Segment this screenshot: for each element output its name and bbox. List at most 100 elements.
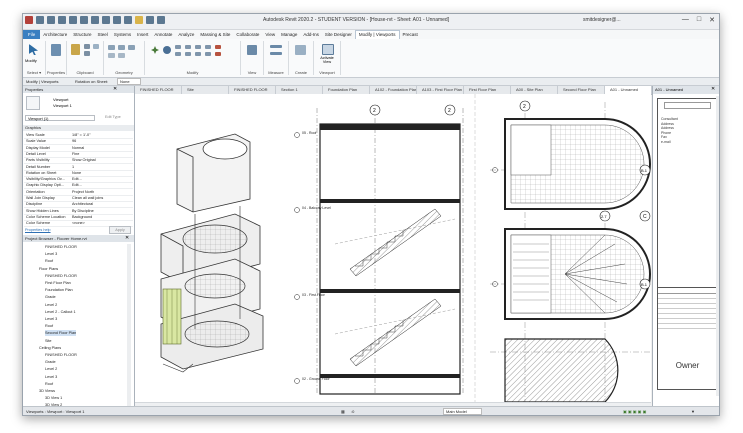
measure-icon[interactable] (102, 16, 110, 24)
properties-icon[interactable] (51, 44, 61, 56)
property-value[interactable]: By Discipline (72, 208, 94, 214)
mirror-line-icon[interactable] (185, 52, 191, 56)
property-value[interactable]: 1/8" = 1'-0" (72, 132, 91, 138)
browser-item[interactable]: Level 2 (45, 302, 57, 308)
trim-icon[interactable] (195, 45, 201, 49)
browser-item[interactable]: Foundation Plan (45, 287, 73, 293)
ribbon-tab-insert[interactable]: Insert (134, 30, 151, 39)
browser-item[interactable]: FINISHED FLOOR (45, 273, 77, 279)
modify-cursor-icon[interactable] (29, 44, 38, 55)
property-value[interactable]: 1 (72, 164, 74, 170)
view-tab[interactable]: A103 - First Floor Plan (417, 86, 464, 94)
ribbon-tab-modify-viewports[interactable]: Modify | Viewports (354, 30, 400, 39)
open-icon[interactable] (36, 16, 44, 24)
sheet-scrollbar[interactable] (716, 96, 719, 396)
ribbon-tab-steel[interactable]: Steel (95, 30, 111, 39)
view-tab[interactable]: First Floor Plan (464, 86, 511, 94)
align-icon[interactable] (175, 45, 181, 49)
section-icon[interactable] (135, 16, 143, 24)
maximize-button[interactable]: □ (697, 16, 701, 24)
property-value[interactable]: Edit... (72, 176, 82, 182)
quick-access-toolbar[interactable] (25, 16, 165, 24)
browser-item[interactable]: Roof (45, 258, 53, 264)
text-icon[interactable] (113, 16, 121, 24)
property-value[interactable]: <none> (72, 220, 85, 226)
properties-help-link[interactable]: Properties help (25, 228, 51, 232)
ribbon-tab-add-ins[interactable]: Add-Ins (300, 30, 322, 39)
modify-button[interactable]: Modify (25, 58, 37, 63)
cut-icon[interactable] (84, 44, 90, 49)
property-value[interactable]: Normal (72, 145, 84, 151)
hide-in-view-icon[interactable] (247, 45, 257, 55)
browser-item[interactable]: Grade (45, 359, 56, 365)
join-icon[interactable] (128, 45, 135, 50)
property-value[interactable]: Show Original (72, 157, 96, 163)
property-value[interactable]: Architectural (72, 201, 93, 207)
split-icon[interactable] (195, 52, 201, 56)
view-tab[interactable]: A00 - Site Plan (511, 86, 558, 94)
match-type-icon[interactable] (93, 44, 99, 49)
view-tab[interactable]: Second Floor Plan (558, 86, 605, 94)
cut-geometry-icon[interactable] (118, 45, 125, 50)
rotation-select[interactable]: None (117, 78, 141, 85)
browser-item[interactable]: FINISHED FLOOR (45, 244, 77, 250)
graphics-section[interactable]: Graphics (23, 125, 134, 131)
ribbon-tab-analyze[interactable]: Analyze (175, 30, 197, 39)
redo-icon[interactable] (80, 16, 88, 24)
offset-icon[interactable] (175, 52, 181, 56)
switch-windows-icon[interactable] (157, 16, 165, 24)
undo-icon[interactable] (69, 16, 77, 24)
ribbon-group-select[interactable]: Modify Select ▾ (23, 41, 46, 75)
property-value[interactable]: Project North (72, 189, 94, 195)
property-value[interactable]: 96 (72, 138, 76, 144)
view-tab[interactable]: A102 - Foundation Plan (370, 86, 417, 94)
ribbon-group-properties[interactable]: Properties (46, 41, 67, 75)
view-tab[interactable]: Section 1 (276, 86, 323, 94)
view-tab[interactable]: FINISHED FLOOR (135, 86, 182, 94)
ribbon-tab-annotate[interactable]: Annotate (151, 30, 175, 39)
cope-icon[interactable] (108, 45, 115, 50)
browser-scrollbar[interactable] (127, 244, 131, 406)
dimension-icon[interactable] (270, 52, 282, 55)
view-tab[interactable]: A01 - Unnamed (605, 86, 652, 94)
pin-icon[interactable] (215, 45, 221, 49)
workset-icon[interactable]: ▦ (341, 409, 345, 414)
browser-item[interactable]: Roof (45, 381, 53, 387)
rotate-icon[interactable] (163, 46, 171, 54)
paint-icon[interactable] (118, 53, 125, 58)
browser-item[interactable]: Level 2 (45, 366, 57, 372)
print-icon[interactable] (91, 16, 99, 24)
ribbon-tab-precast[interactable]: Precast (400, 30, 421, 39)
create-group-icon[interactable] (295, 45, 306, 55)
browser-item[interactable]: 3D View 1 (45, 395, 62, 401)
ribbon-tab-massing-site[interactable]: Massing & Site (197, 30, 233, 39)
edit-type-button[interactable]: Edit Type (105, 115, 121, 119)
paste-icon[interactable] (71, 44, 80, 55)
scale-icon[interactable] (205, 52, 211, 56)
property-value[interactable]: Background (72, 214, 92, 220)
array-icon[interactable] (205, 45, 211, 49)
ribbon-tab-site-designer[interactable]: Site Designer (322, 30, 355, 39)
user-account[interactable]: smitdesigner@... (583, 17, 621, 23)
ribbon-tab-file[interactable]: File (23, 30, 41, 39)
selection-filters-icon[interactable]: ▣ ▣ ▣ ▣ ▣ (623, 409, 646, 414)
view-tab[interactable]: Foundation Plan (323, 86, 370, 94)
browser-item[interactable]: Ceiling Plans (39, 345, 61, 351)
3d-view-icon[interactable] (124, 16, 132, 24)
property-value[interactable]: None (72, 170, 81, 176)
measure-icon[interactable] (270, 45, 282, 48)
thin-lines-icon[interactable] (146, 16, 154, 24)
model-select[interactable]: Main Model (443, 408, 482, 415)
apply-button[interactable]: Apply (109, 226, 131, 234)
delete-icon[interactable] (215, 52, 221, 56)
ribbon-tab-collaborate[interactable]: Collaborate (233, 30, 262, 39)
browser-item[interactable]: Site (45, 338, 52, 344)
close-icon[interactable]: ✕ (113, 86, 117, 92)
close-button[interactable]: ✕ (709, 16, 715, 24)
close-icon[interactable]: ✕ (711, 86, 715, 92)
sync-icon[interactable] (58, 16, 66, 24)
close-icon[interactable]: ✕ (125, 235, 129, 241)
drawing-canvas[interactable]: 05 - Roof 04 - Balcony Level 03 - First … (135, 94, 651, 403)
revit-logo-icon[interactable] (25, 16, 33, 24)
browser-item[interactable]: FINISHED FLOOR (45, 352, 77, 358)
